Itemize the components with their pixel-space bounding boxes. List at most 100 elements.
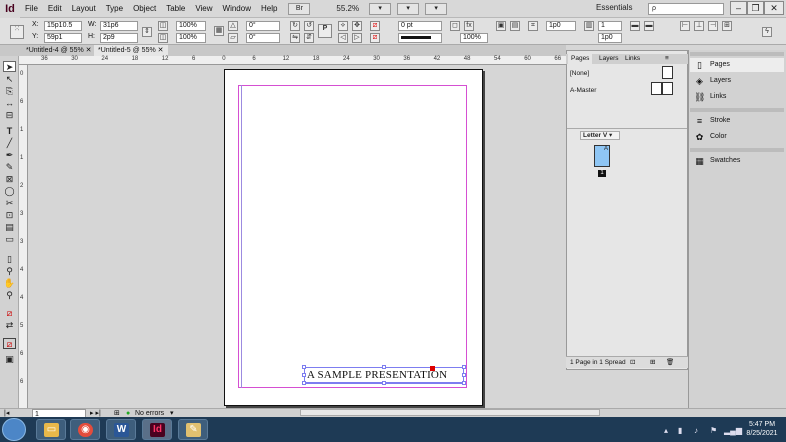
zoom-tool-icon[interactable]: ⚲ xyxy=(3,290,16,301)
frame-handle-ml[interactable] xyxy=(302,373,306,377)
a-master-label[interactable]: A-Master xyxy=(570,87,596,94)
menu-help[interactable]: Help xyxy=(256,0,282,18)
vertical-ruler[interactable]: 0 6 1 1 2 3 3 4 4 5 6 6 xyxy=(19,65,28,408)
type-tool-icon[interactable]: T xyxy=(3,126,16,137)
dock-color[interactable]: ✿ Color xyxy=(690,130,784,144)
rectangle-frame-tool-icon[interactable]: ⊠ xyxy=(3,174,16,185)
start-button[interactable] xyxy=(2,418,26,441)
page-tool-icon[interactable]: ⎘ xyxy=(3,86,16,97)
select-next-icon[interactable]: ▷ xyxy=(352,33,362,43)
tab-layers[interactable]: Layers xyxy=(596,54,622,64)
gap-field[interactable]: 1p0 xyxy=(546,21,576,31)
selection-tool-icon[interactable]: ➤ xyxy=(3,61,16,72)
minimize-button[interactable]: – xyxy=(730,1,747,15)
taskbar-indesign[interactable]: Id xyxy=(142,419,172,440)
menu-window[interactable]: Window xyxy=(218,0,256,18)
dock-separator[interactable] xyxy=(690,148,784,152)
stroke-style-icon[interactable]: ◻ xyxy=(450,21,460,31)
a-master-right-thumb[interactable] xyxy=(662,82,673,95)
pen-tool-icon[interactable]: ✒ xyxy=(3,150,16,161)
flip-horizontal-icon[interactable]: ⇋ xyxy=(290,33,300,43)
dock-swatches[interactable]: ▦ Swatches xyxy=(690,154,784,168)
a-master-left-thumb[interactable] xyxy=(651,82,662,95)
y-field[interactable]: 59p1 xyxy=(44,33,82,43)
columns-field[interactable]: 1 xyxy=(598,21,622,31)
taskbar-paint[interactable]: ✎ xyxy=(178,419,208,440)
width-field[interactable]: 31p6 xyxy=(100,21,138,31)
zoom-level[interactable]: 55.2% xyxy=(332,4,363,13)
new-page-icon[interactable]: ⊞ xyxy=(650,358,655,366)
taskbar-chrome[interactable]: ◉ xyxy=(70,419,100,440)
direct-selection-tool-icon[interactable]: ↖ xyxy=(3,74,16,85)
dock-links[interactable]: ⛓ Links xyxy=(690,90,784,104)
gradient-feather-tool-icon[interactable]: ▭ xyxy=(3,234,16,245)
panel-menu-icon[interactable]: ≡ xyxy=(662,54,672,64)
dock-pages[interactable]: ▯ Pages xyxy=(690,58,784,72)
tab-untitled-4[interactable]: *Untitled-4 @ 55% ✕ xyxy=(22,45,96,56)
scale-lock-icon[interactable]: ▦ xyxy=(214,26,224,36)
align-center-icon[interactable]: ▬ xyxy=(644,21,654,31)
tray-network-icon[interactable]: ▮ xyxy=(678,426,682,435)
screen-mode-dropdown[interactable]: ▾ xyxy=(397,2,420,15)
select-content-icon[interactable]: ✥ xyxy=(352,21,362,31)
pencil-tool-icon[interactable]: ✎ xyxy=(3,162,16,173)
gap-tool-icon[interactable]: ↔ xyxy=(3,98,16,109)
wrap-around-icon[interactable]: ▤ xyxy=(510,21,520,31)
menu-edit[interactable]: Edit xyxy=(43,0,67,18)
spread-size-dropdown[interactable]: Letter V ▾ xyxy=(580,131,620,140)
arrange-documents-dropdown[interactable]: ▾ xyxy=(425,2,448,15)
pages-divider[interactable] xyxy=(567,128,687,129)
line-tool-icon[interactable]: ╱ xyxy=(3,138,16,149)
align-top-icon[interactable]: ▬ xyxy=(630,21,640,31)
select-previous-icon[interactable]: ◁ xyxy=(338,33,348,43)
help-search-input[interactable]: ρ xyxy=(648,3,724,15)
close-tab-icon[interactable]: ✕ xyxy=(158,47,164,54)
align-right-icon[interactable]: ⊣ xyxy=(708,21,718,31)
menu-type[interactable]: Type xyxy=(101,0,128,18)
quick-apply-icon[interactable]: ϟ xyxy=(762,27,772,37)
clock[interactable]: 5:47 PM 8/25/2021 xyxy=(740,420,784,438)
flip-vertical-icon[interactable]: ⇵ xyxy=(304,33,314,43)
constrain-proportions-icon[interactable]: ⇕ xyxy=(142,27,152,37)
tab-untitled-5[interactable]: *Untitled-5 @ 55% ✕ xyxy=(94,45,168,56)
hand-tool-icon[interactable]: ✋ xyxy=(3,278,16,289)
tray-flag-icon[interactable]: ⚑ xyxy=(710,426,717,435)
select-container-icon[interactable]: ⟡ xyxy=(338,21,348,31)
stroke-weight-field[interactable]: 0 pt xyxy=(398,21,442,31)
menu-table[interactable]: Table xyxy=(161,0,190,18)
free-transform-tool-icon[interactable]: ⊡ xyxy=(3,210,16,221)
rotate-ccw-icon[interactable]: ↺ xyxy=(304,21,314,31)
none-master-label[interactable]: [None] xyxy=(570,70,589,77)
page-1-thumb[interactable]: A xyxy=(594,145,610,167)
fitting-icon[interactable]: ⌗ xyxy=(528,21,538,31)
taskbar-word[interactable]: W xyxy=(106,419,136,440)
bridge-button[interactable]: Br xyxy=(288,2,311,15)
text-wrap-icon[interactable]: ▣ xyxy=(496,21,506,31)
view-options-dropdown[interactable]: ▾ xyxy=(369,2,392,15)
menu-object[interactable]: Object xyxy=(128,0,161,18)
scale-x-field[interactable]: 100% xyxy=(176,21,206,31)
menu-file[interactable]: File xyxy=(20,0,43,18)
none-master-thumb[interactable] xyxy=(662,66,673,79)
close-tab-icon[interactable]: ✕ xyxy=(86,47,92,54)
align-left-icon[interactable]: ⊢ xyxy=(680,21,690,31)
dock-stroke[interactable]: ≡ Stroke xyxy=(690,114,784,128)
frame-handle-mr[interactable] xyxy=(462,373,466,377)
distribute-icon[interactable]: ⊞ xyxy=(722,21,732,31)
frame-handle-tr[interactable] xyxy=(462,365,466,369)
effects-icon[interactable]: fx xyxy=(464,21,474,31)
tray-volume-icon[interactable]: ♪ xyxy=(694,426,698,435)
fill-stroke-icon[interactable]: ⧄ xyxy=(3,308,16,319)
screen-mode-icon[interactable]: ▣ xyxy=(3,354,16,365)
apply-none-icon[interactable]: ⧄ xyxy=(3,338,16,349)
tray-arrow-icon[interactable]: ▴ xyxy=(664,426,668,435)
frame-handle-bl[interactable] xyxy=(302,381,306,385)
dock-layers[interactable]: ◈ Layers xyxy=(690,74,784,88)
note-tool-icon[interactable]: ▯ xyxy=(3,254,16,265)
fill-swatch-icon[interactable]: ⧄ xyxy=(370,21,380,31)
swap-fill-stroke-icon[interactable]: ⇄ xyxy=(3,320,16,331)
opacity-field[interactable]: 100% xyxy=(460,33,488,43)
dock-separator[interactable] xyxy=(690,108,784,112)
dock-separator[interactable] xyxy=(690,52,784,56)
tab-pages[interactable]: Pages xyxy=(568,54,593,64)
